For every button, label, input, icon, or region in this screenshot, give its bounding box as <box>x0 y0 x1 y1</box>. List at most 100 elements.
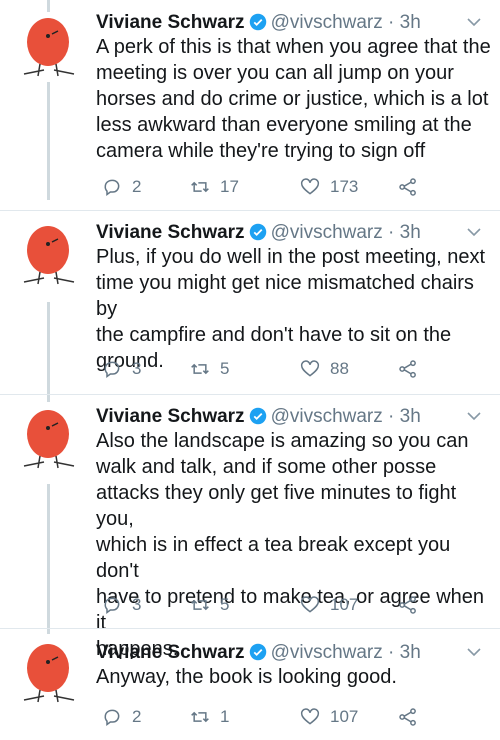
avatar[interactable] <box>18 16 80 82</box>
reply-button[interactable]: 3 <box>102 592 141 618</box>
like-icon <box>300 596 320 613</box>
reply-button[interactable]: 2 <box>102 704 141 730</box>
reply-icon <box>104 597 120 614</box>
tweet-line: walk and talk, and if some other posse <box>96 456 437 478</box>
like-button[interactable]: 88 <box>300 356 349 382</box>
share-icon <box>399 178 416 196</box>
like-count: 107 <box>330 595 359 614</box>
like-icon <box>300 178 320 195</box>
verified-badge-icon <box>249 643 266 661</box>
reply-button[interactable]: 2 <box>102 174 141 200</box>
chevron-down-icon[interactable] <box>466 646 482 658</box>
share-icon <box>399 596 416 614</box>
tweet-text: Also the landscape is amazing so you can… <box>96 428 494 662</box>
reply-count: 3 <box>132 595 142 614</box>
author-handle[interactable]: @vivschwarz <box>271 222 383 243</box>
chevron-down-icon[interactable] <box>466 226 482 238</box>
author-name[interactable]: Viviane Schwarz <box>96 12 245 33</box>
reply-icon <box>104 709 120 726</box>
tweet-actions: 3 5 88 <box>96 356 476 382</box>
tweet-line: horses and do crime or justice, which is… <box>96 88 489 110</box>
author-name[interactable]: Viviane Schwarz <box>96 222 245 243</box>
retweet-count: 5 <box>220 359 230 378</box>
tweet-line: Also the landscape is amazing so you can <box>96 430 469 452</box>
tweet-line: the campfire and don't have to sit on th… <box>96 324 452 346</box>
share-button[interactable] <box>398 174 428 200</box>
timestamp[interactable]: 3h <box>400 222 421 243</box>
like-count: 107 <box>330 707 359 726</box>
timestamp[interactable]: 3h <box>400 12 421 33</box>
author-handle[interactable]: @vivschwarz <box>271 642 383 663</box>
like-icon <box>300 360 320 377</box>
tweet[interactable]: Viviane Schwarz @vivschwarz · 3h Also the… <box>0 404 500 660</box>
retweet-count: 17 <box>220 177 239 196</box>
reply-count: 2 <box>132 707 142 726</box>
avatar[interactable] <box>18 642 80 708</box>
share-button[interactable] <box>398 356 428 382</box>
like-button[interactable]: 107 <box>300 592 358 618</box>
reply-button[interactable]: 3 <box>102 356 141 382</box>
tweet[interactable]: Viviane Schwarz @vivschwarz · 3h Plus, if… <box>0 220 500 400</box>
retweet-icon <box>191 599 209 611</box>
share-icon <box>399 360 416 378</box>
author-handle[interactable]: @vivschwarz <box>271 406 383 427</box>
tweet-line: A perk of this is that when you agree th… <box>96 36 491 58</box>
retweet-icon <box>191 363 209 375</box>
tweet-line: camera while they're trying to sign off <box>96 140 426 162</box>
share-button[interactable] <box>398 592 428 618</box>
tweet-text: Plus, if you do well in the post meeting… <box>96 244 494 374</box>
verified-badge-icon <box>249 13 266 31</box>
tweet-line: meeting is over you can all jump on your <box>96 62 454 84</box>
tweet-line: Plus, if you do well in the post meeting… <box>96 246 486 268</box>
share-icon <box>399 708 416 726</box>
tweet-text: A perk of this is that when you agree th… <box>96 34 494 164</box>
separator-dot: · <box>388 12 395 33</box>
retweet-count: 1 <box>220 707 230 726</box>
retweet-icon <box>191 711 209 723</box>
like-icon <box>300 708 320 725</box>
reply-count: 3 <box>132 359 142 378</box>
author-name[interactable]: Viviane Schwarz <box>96 642 245 663</box>
tweet-line: attacks they only get five minutes to fi… <box>96 482 457 530</box>
like-count: 88 <box>330 359 349 378</box>
retweet-button[interactable]: 17 <box>190 174 239 200</box>
tweet-divider <box>0 394 500 395</box>
reply-count: 2 <box>132 177 142 196</box>
avatar[interactable] <box>18 224 80 290</box>
verified-badge-icon <box>249 407 266 425</box>
tweet[interactable]: Viviane Schwarz @vivschwarz · 3h A perk o… <box>0 10 500 210</box>
retweet-button[interactable]: 1 <box>190 704 229 730</box>
tweet-line: which is in effect a tea break except yo… <box>96 534 451 582</box>
author-name[interactable]: Viviane Schwarz <box>96 406 245 427</box>
author-handle[interactable]: @vivschwarz <box>271 12 383 33</box>
reply-icon <box>104 179 120 196</box>
tweet-line: time you might get nice mismatched chair… <box>96 272 474 320</box>
retweet-icon <box>191 181 209 193</box>
separator-dot: · <box>388 222 395 243</box>
tweet-actions: 2 1 107 <box>96 704 476 730</box>
retweet-button[interactable]: 5 <box>190 356 229 382</box>
chevron-down-icon[interactable] <box>466 410 482 422</box>
tweet-header: Viviane Schwarz @vivschwarz · 3h <box>96 640 421 666</box>
tweet-actions: 3 5 107 <box>96 592 476 618</box>
avatar[interactable] <box>18 408 80 474</box>
like-button[interactable]: 107 <box>300 704 358 730</box>
tweet-header: Viviane Schwarz @vivschwarz · 3h <box>96 10 421 36</box>
reply-icon <box>104 361 120 378</box>
tweet-header: Viviane Schwarz @vivschwarz · 3h <box>96 404 421 430</box>
tweet-divider <box>0 210 500 211</box>
tweet-header: Viviane Schwarz @vivschwarz · 3h <box>96 220 421 246</box>
timestamp[interactable]: 3h <box>400 406 421 427</box>
chevron-down-icon[interactable] <box>466 16 482 28</box>
tweet[interactable]: Viviane Schwarz @vivschwarz · 3h Anyway, … <box>0 640 500 740</box>
tweet-text: Anyway, the book is looking good. <box>96 664 494 690</box>
separator-dot: · <box>388 406 395 427</box>
separator-dot: · <box>388 642 395 663</box>
retweet-count: 5 <box>220 595 230 614</box>
share-button[interactable] <box>398 704 428 730</box>
tweet-divider <box>0 628 500 629</box>
like-button[interactable]: 173 <box>300 174 358 200</box>
retweet-button[interactable]: 5 <box>190 592 229 618</box>
timestamp[interactable]: 3h <box>400 642 421 663</box>
like-count: 173 <box>330 177 359 196</box>
